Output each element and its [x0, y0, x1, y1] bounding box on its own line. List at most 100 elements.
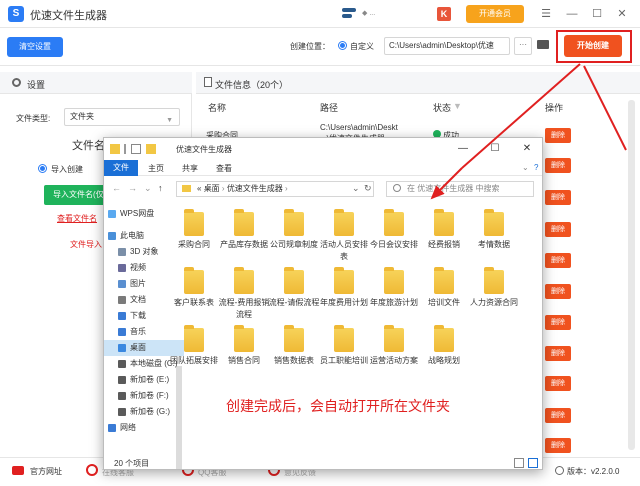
chevron-down-icon[interactable]: ⌄ — [522, 163, 529, 172]
nav-item[interactable]: 新加卷 (G:) — [104, 404, 184, 420]
delete-button[interactable]: 删除 — [545, 222, 571, 237]
ribbon-tab-file[interactable]: 文件 — [104, 160, 138, 176]
folder-item[interactable]: 团队拓展安排 — [168, 325, 220, 367]
nav-item[interactable]: 新加卷 (F:) — [104, 388, 184, 404]
app-title: 优速文件生成器 — [30, 10, 107, 22]
address-bar[interactable]: « 桌面 › 优速文件生成器 › — [176, 181, 374, 197]
folder-item[interactable]: 销售数据表 — [268, 325, 320, 367]
folder-item[interactable]: 年度旅游计划 — [368, 267, 420, 309]
chevron-down-icon[interactable]: ⌄ — [144, 183, 152, 194]
breadcrumb-folder[interactable]: 优速文件生成器 — [227, 184, 283, 193]
delete-button[interactable]: 删除 — [545, 438, 571, 453]
k-icon[interactable]: K — [437, 7, 451, 21]
nav-item[interactable]: 下载 — [104, 308, 184, 324]
user-avatar[interactable] — [340, 6, 358, 22]
delete-button[interactable]: 删除 — [545, 346, 571, 361]
folder-item[interactable]: 采购合同 — [168, 209, 220, 251]
ribbon-tab-view[interactable]: 查看 — [216, 163, 232, 174]
maximize-icon[interactable]: ☐ — [488, 142, 502, 156]
folder-label: 员工职能培训 — [320, 356, 368, 365]
back-icon[interactable]: ← — [112, 183, 121, 193]
close-icon[interactable]: ✕ — [614, 6, 630, 22]
folder-icon — [234, 209, 254, 236]
explorer-titlebar: 优速文件生成器 — ☐ ✕ — [104, 138, 542, 160]
user-name[interactable]: ◆ ... — [362, 9, 375, 17]
folder-icon — [284, 267, 304, 294]
folder-icon — [334, 209, 354, 236]
folder-item[interactable]: 战略规划 — [418, 325, 470, 367]
delete-button[interactable]: 删除 — [545, 408, 571, 423]
list-scrollbar[interactable] — [628, 100, 635, 450]
nav-item-label: 桌面 — [130, 343, 146, 352]
folder-item[interactable]: 经费报销 — [418, 209, 470, 251]
filename-title: 文件名 — [72, 140, 105, 152]
ribbon-tab-home[interactable]: 主页 — [148, 163, 164, 174]
delete-button[interactable]: 删除 — [545, 284, 571, 299]
explorer-window[interactable]: 优速文件生成器 — ☐ ✕ 文件 主页 共享 查看 ⌄ ? ← → ⌄ ↑ « … — [103, 137, 543, 470]
delete-button[interactable]: 删除 — [545, 376, 571, 391]
filetype-select[interactable]: 文件夹 ▼ — [64, 108, 180, 126]
website-link[interactable]: 官方网址 — [30, 466, 62, 477]
import-create-radio[interactable] — [38, 164, 47, 173]
col-header-status[interactable]: 状态 — [433, 101, 451, 114]
folder-icon — [184, 325, 204, 352]
delete-button[interactable]: 删除 — [545, 315, 571, 330]
folder-label: 销售合同 — [228, 356, 260, 365]
open-folder-icon[interactable] — [537, 40, 549, 49]
custom-radio[interactable] — [338, 41, 347, 50]
help-icon[interactable]: ? — [534, 163, 538, 172]
up-icon[interactable]: ↑ — [158, 183, 163, 193]
delete-button[interactable]: 删除 — [545, 190, 571, 205]
delete-button[interactable]: 删除 — [545, 253, 571, 268]
minimize-icon[interactable]: — — [564, 6, 580, 22]
path-field[interactable]: C:\Users\admin\Desktop\优速 — [384, 37, 510, 55]
document-icon — [204, 77, 212, 87]
folder-item[interactable]: 今日会议安排 — [368, 209, 420, 251]
service-icon[interactable] — [86, 464, 98, 476]
menu-icon[interactable]: ☰ — [538, 6, 554, 22]
folder-item[interactable]: 公司规章制度 — [268, 209, 320, 251]
forward-icon[interactable]: → — [128, 183, 137, 193]
check-icon[interactable] — [131, 144, 141, 154]
folder-item[interactable]: 流程-请假流程 — [268, 267, 320, 309]
folder-item[interactable]: 销售合同 — [218, 325, 270, 367]
view-filenames-link[interactable]: 查看文件名 — [57, 213, 97, 224]
folder-icon — [484, 267, 504, 294]
chevron-down-icon[interactable]: ⌄ — [352, 183, 360, 194]
nav-item[interactable]: 新加卷 (E:) — [104, 372, 184, 388]
close-icon[interactable]: ✕ — [520, 142, 534, 156]
folder-item[interactable]: 客户联系表 — [168, 267, 220, 309]
folder-item[interactable]: 年度费用计划 — [318, 267, 370, 309]
search-input[interactable]: 在 优速文件生成器 中搜索 — [386, 181, 534, 197]
clear-settings-button[interactable]: 清空设置 — [7, 37, 63, 57]
folder-item[interactable]: 培训文件 — [418, 267, 470, 309]
folder-item[interactable]: 考情数据 — [468, 209, 520, 251]
folder-label: 培训文件 — [428, 298, 460, 307]
folder-item[interactable]: 活动人员安排表 — [318, 209, 370, 263]
large-icons-view-icon[interactable] — [528, 458, 538, 468]
folder-item[interactable]: 流程-费用报销流程 — [218, 267, 270, 321]
details-view-icon[interactable] — [514, 458, 524, 468]
ribbon: 文件 主页 共享 查看 ⌄ ? — [104, 160, 542, 176]
refresh-icon[interactable]: ↻ — [364, 183, 372, 194]
folder-icon — [334, 267, 354, 294]
vip-button[interactable]: 开通会员 — [466, 5, 524, 23]
maximize-icon[interactable]: ☐ — [589, 6, 605, 22]
folder-item[interactable]: 产品库存数据 — [218, 209, 270, 251]
folder-item[interactable]: 人力资源合同 — [468, 267, 520, 309]
new-folder-icon[interactable] — [146, 144, 156, 154]
ribbon-tab-share[interactable]: 共享 — [182, 163, 198, 174]
folder-item[interactable]: 运营活动方案 — [368, 325, 420, 367]
minimize-icon[interactable]: — — [456, 142, 470, 156]
delete-button[interactable]: 删除 — [545, 158, 571, 173]
nav-item[interactable]: 网络 — [104, 420, 184, 436]
folder-icon — [184, 267, 204, 294]
start-create-button[interactable]: 开始创建 — [564, 35, 622, 57]
folder-item[interactable]: 员工职能培训 — [318, 325, 370, 367]
delete-button[interactable]: 删除 — [545, 128, 571, 143]
breadcrumb-desktop[interactable]: 桌面 — [204, 184, 220, 193]
explorer-title: 优速文件生成器 — [176, 145, 232, 154]
filter-icon[interactable]: ▼ — [453, 101, 462, 111]
browse-button[interactable]: ··· — [514, 37, 532, 55]
folder-icon — [384, 209, 404, 236]
